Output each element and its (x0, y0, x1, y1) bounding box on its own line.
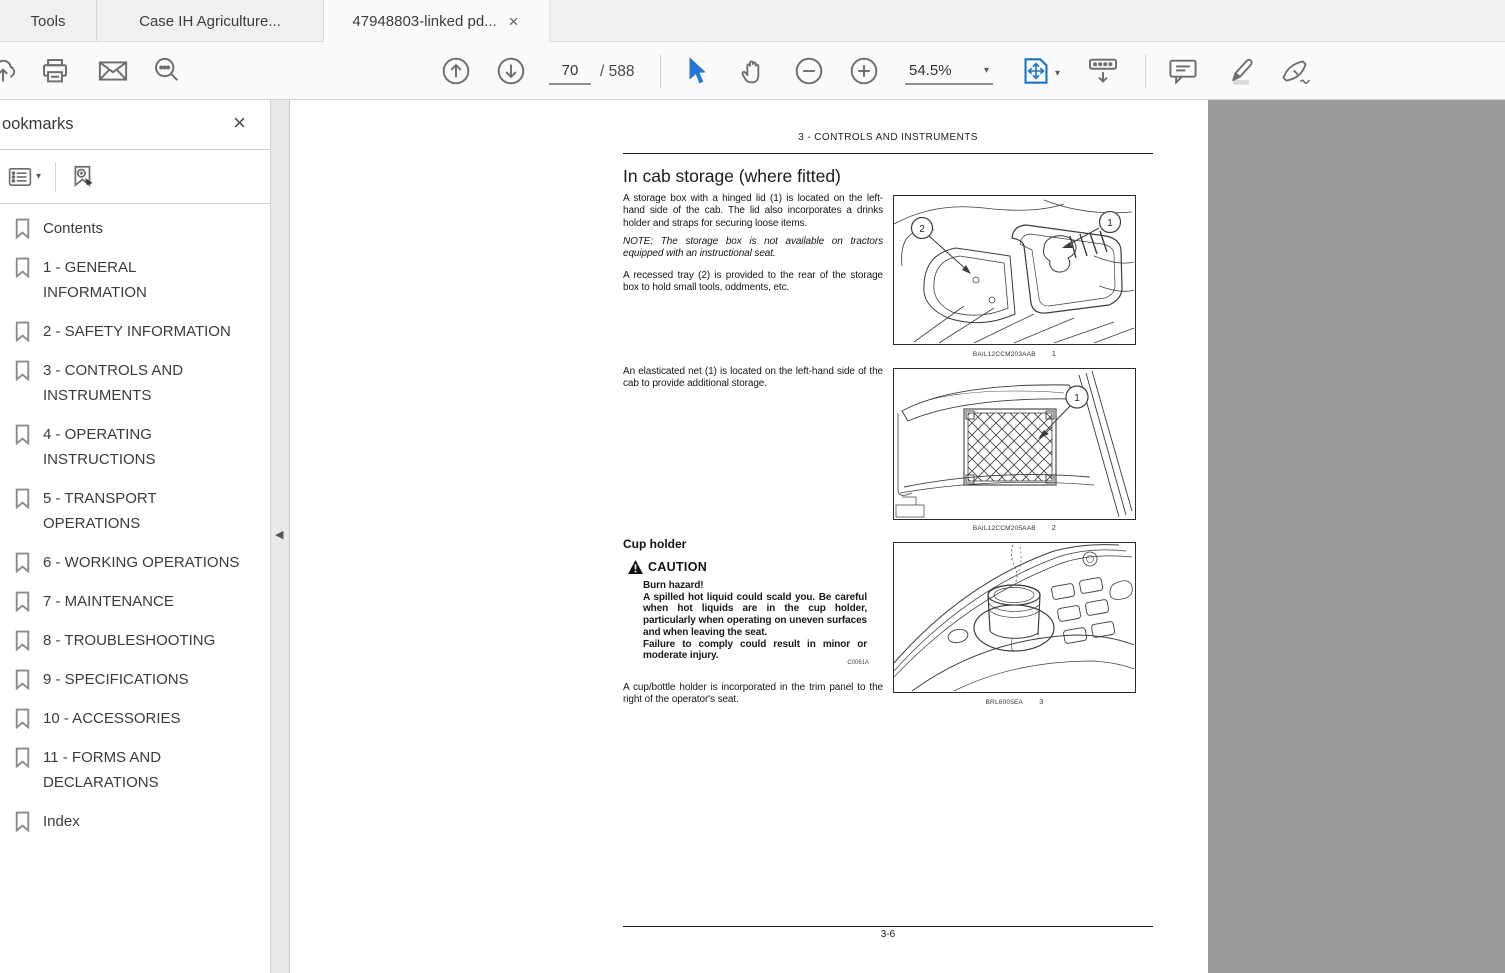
figure-storage-box: 2 1 (893, 195, 1136, 345)
bookmark-item-safety-information[interactable]: 2 - SAFETY INFORMATION (14, 319, 270, 344)
paragraph-cup-holder: A cup/bottle holder is incorporated in t… (623, 682, 883, 707)
figure2-caption: BAIL12CCM205AAB2 (893, 523, 1136, 532)
figure1-callout-2: 2 (919, 224, 925, 235)
search-icon[interactable] (152, 56, 182, 86)
toolbar-divider (1145, 54, 1146, 88)
bookmarks-panel: ookmarks × ▾ (0, 100, 271, 973)
bookmarks-close-icon[interactable]: × (233, 112, 246, 134)
figure-cup-holder (893, 542, 1136, 693)
cup-holder-title: Cup holder (623, 537, 686, 551)
pdf-page: 3 - CONTROLS AND INSTRUMENTS In cab stor… (290, 100, 1208, 973)
panel-gutter: ◀ (271, 100, 290, 973)
section-title: In cab storage (where fitted) (623, 166, 841, 187)
tab-close-icon[interactable]: × (507, 13, 521, 30)
zoom-level-dropdown[interactable]: 54.5% ▾ (905, 57, 993, 85)
email-icon[interactable] (97, 58, 129, 84)
bookmark-item-general-information[interactable]: 1 - GENERAL INFORMATION (14, 255, 270, 305)
page-running-header: 3 - CONTROLS AND INSTRUMENTS (623, 132, 1153, 143)
tab-document-label: Case IH Agriculture... (139, 13, 281, 30)
tab-tools[interactable]: Tools (0, 0, 97, 42)
figure3-caption: BRL6005EA3 (893, 697, 1136, 706)
caution-label: CAUTION (648, 560, 707, 574)
zoom-level-value: 54.5% (909, 62, 952, 79)
highlight-icon[interactable] (1224, 56, 1256, 86)
tab-active-label: 47948803-linked pd... (352, 13, 496, 30)
tab-document-active[interactable]: 47948803-linked pd... × (324, 0, 550, 42)
page-number-input[interactable] (549, 57, 591, 85)
acrobat-window: Tools Case IH Agriculture... 47948803-li… (0, 0, 1505, 973)
paragraph-recessed-tray: A recessed tray (2) is provided to the r… (623, 270, 883, 295)
bookmark-item-accessories[interactable]: 10 - ACCESSORIES (14, 706, 270, 731)
fit-page-icon[interactable] (1022, 55, 1050, 87)
main-area: ookmarks × ▾ (0, 100, 1505, 973)
bookmarks-list: Contents 1 - GENERAL INFORMATION 2 - SAF… (0, 204, 270, 834)
cloud-save-icon[interactable] (0, 57, 18, 85)
bookmarks-header: ookmarks × (0, 100, 270, 150)
goto-current-bookmark-button[interactable] (70, 164, 96, 190)
bookmark-item-working-operations[interactable]: 6 - WORKING OPERATIONS (14, 550, 270, 575)
bookmark-item-specifications[interactable]: 9 - SPECIFICATIONS (14, 667, 270, 692)
hide-toolbar-icon[interactable] (1086, 56, 1120, 86)
document-viewer[interactable]: 3 - CONTROLS AND INSTRUMENTS In cab stor… (290, 100, 1505, 973)
bookmarks-options-button[interactable]: ▾ (8, 166, 41, 188)
zoom-in-icon[interactable] (849, 56, 879, 86)
page-footer-number: 3-6 (623, 929, 1153, 940)
tab-document-case-ih[interactable]: Case IH Agriculture... (97, 0, 324, 42)
caution-reference-code: C0061A (623, 660, 869, 666)
bookmark-item-transport-operations[interactable]: 5 - TRANSPORT OPERATIONS (14, 486, 270, 536)
bookmark-item-contents[interactable]: Contents (14, 216, 270, 241)
zoom-out-icon[interactable] (794, 56, 824, 86)
toolbar-divider (660, 54, 661, 88)
caution-line-burn-hazard: Burn hazard! (643, 580, 867, 592)
caution-heading: CAUTION (628, 560, 707, 574)
paragraph-note: NOTE: The storage box is not available o… (623, 236, 883, 261)
bookmark-item-operating-instructions[interactable]: 4 - OPERATING INSTRUCTIONS (14, 422, 270, 472)
bookmark-item-controls-and-instruments[interactable]: 3 - CONTROLS AND INSTRUMENTS (14, 358, 270, 408)
select-tool-icon[interactable] (684, 56, 710, 86)
bookmarks-toolbar: ▾ (0, 150, 270, 204)
chevron-down-icon: ▾ (984, 65, 989, 76)
paragraph-elasticated-net: An elasticated net (1) is located on the… (623, 366, 883, 391)
caution-line-failure: Failure to comply could result in minor … (643, 639, 867, 662)
tab-bar: Tools Case IH Agriculture... 47948803-li… (0, 0, 1505, 42)
figure-elasticated-net: 1 (893, 368, 1136, 520)
collapse-panel-icon[interactable]: ◀ (275, 528, 283, 541)
previous-page-icon[interactable] (441, 56, 471, 86)
main-toolbar: / 588 54.5% ▾ (0, 42, 1505, 100)
chevron-down-icon: ▾ (36, 171, 41, 182)
figure1-callout-1: 1 (1107, 218, 1113, 229)
bookmarks-title: ookmarks (2, 115, 74, 134)
header-rule (623, 153, 1153, 154)
hand-tool-icon[interactable] (737, 56, 767, 86)
print-icon[interactable] (40, 57, 70, 85)
bookmarks-toolbar-divider (55, 162, 56, 192)
bookmark-item-troubleshooting[interactable]: 8 - TROUBLESHOOTING (14, 628, 270, 653)
caution-line-scald: A spilled hot liquid could scald you. Be… (643, 592, 867, 639)
fill-sign-icon[interactable] (1279, 56, 1313, 86)
figure2-callout-1: 1 (1074, 393, 1080, 404)
bookmark-item-maintenance[interactable]: 7 - MAINTENANCE (14, 589, 270, 614)
bookmark-item-index[interactable]: Index (14, 809, 270, 834)
warning-triangle-icon (628, 560, 643, 574)
figure1-caption: BAIL12CCM203AAB1 (893, 349, 1136, 358)
footer-rule (623, 926, 1153, 927)
page-total-label: / 588 (600, 63, 634, 81)
tab-tools-label: Tools (30, 13, 65, 30)
paragraph-storage-box: A storage box with a hinged lid (1) is l… (623, 193, 883, 230)
comment-icon[interactable] (1167, 56, 1199, 86)
caution-text: Burn hazard! A spilled hot liquid could … (643, 580, 867, 662)
fit-page-chevron-icon[interactable]: ▾ (1055, 68, 1060, 79)
bookmark-item-forms-and-declarations[interactable]: 11 - FORMS AND DECLARATIONS (14, 745, 270, 795)
next-page-icon[interactable] (496, 56, 526, 86)
